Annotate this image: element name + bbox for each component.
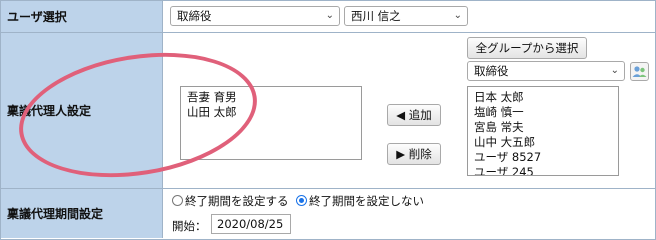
list-item[interactable]: 山中 大五郎: [474, 135, 612, 150]
role-select[interactable]: 取締役 ⌄: [170, 6, 340, 26]
period-setting-label-cell: 稟議代理期間設定: [1, 189, 163, 238]
candidate-user-list[interactable]: 日本 太郎 塩崎 慎一 宮島 常夫 山中 大五郎 ユーザ 8527 ユーザ 24…: [467, 86, 619, 176]
list-item[interactable]: 宮島 常夫: [474, 120, 612, 135]
start-date-label: 開始：: [172, 219, 207, 233]
group-select[interactable]: 取締役 ⌄: [467, 61, 625, 81]
user-select-label: ユーザ選択: [7, 10, 67, 24]
user-search-icon[interactable]: [630, 62, 649, 81]
row-divider: [1, 32, 655, 33]
remove-button[interactable]: ▶ 削除: [387, 143, 441, 165]
row-divider: [1, 188, 655, 189]
list-item[interactable]: 塩崎 慎一: [474, 105, 612, 120]
list-item[interactable]: ユーザ 245: [474, 165, 612, 175]
user-select[interactable]: 西川 信之 ⌄: [344, 6, 468, 26]
list-item[interactable]: ユーザ 8527: [474, 150, 612, 165]
start-date-input[interactable]: 2020/08/25: [211, 214, 291, 234]
period-setting-label: 稟議代理期間設定: [7, 207, 104, 221]
chevron-down-icon: ⌄: [610, 65, 619, 76]
chevron-down-icon: ⌄: [453, 10, 462, 21]
radio-unchecked-icon[interactable]: [172, 195, 183, 206]
radio-checked-icon[interactable]: [296, 195, 307, 206]
chevron-down-icon: ⌄: [325, 10, 334, 21]
list-item[interactable]: 日本 太郎: [474, 90, 612, 105]
period-option-set[interactable]: 終了期間を設定する: [172, 193, 289, 209]
add-button[interactable]: ◀ 追加: [387, 104, 441, 126]
user-select-label-cell: ユーザ選択: [1, 1, 163, 32]
period-option-none[interactable]: 終了期間を設定しない: [296, 193, 424, 209]
select-from-all-groups-button[interactable]: 全グループから選択: [467, 37, 587, 59]
